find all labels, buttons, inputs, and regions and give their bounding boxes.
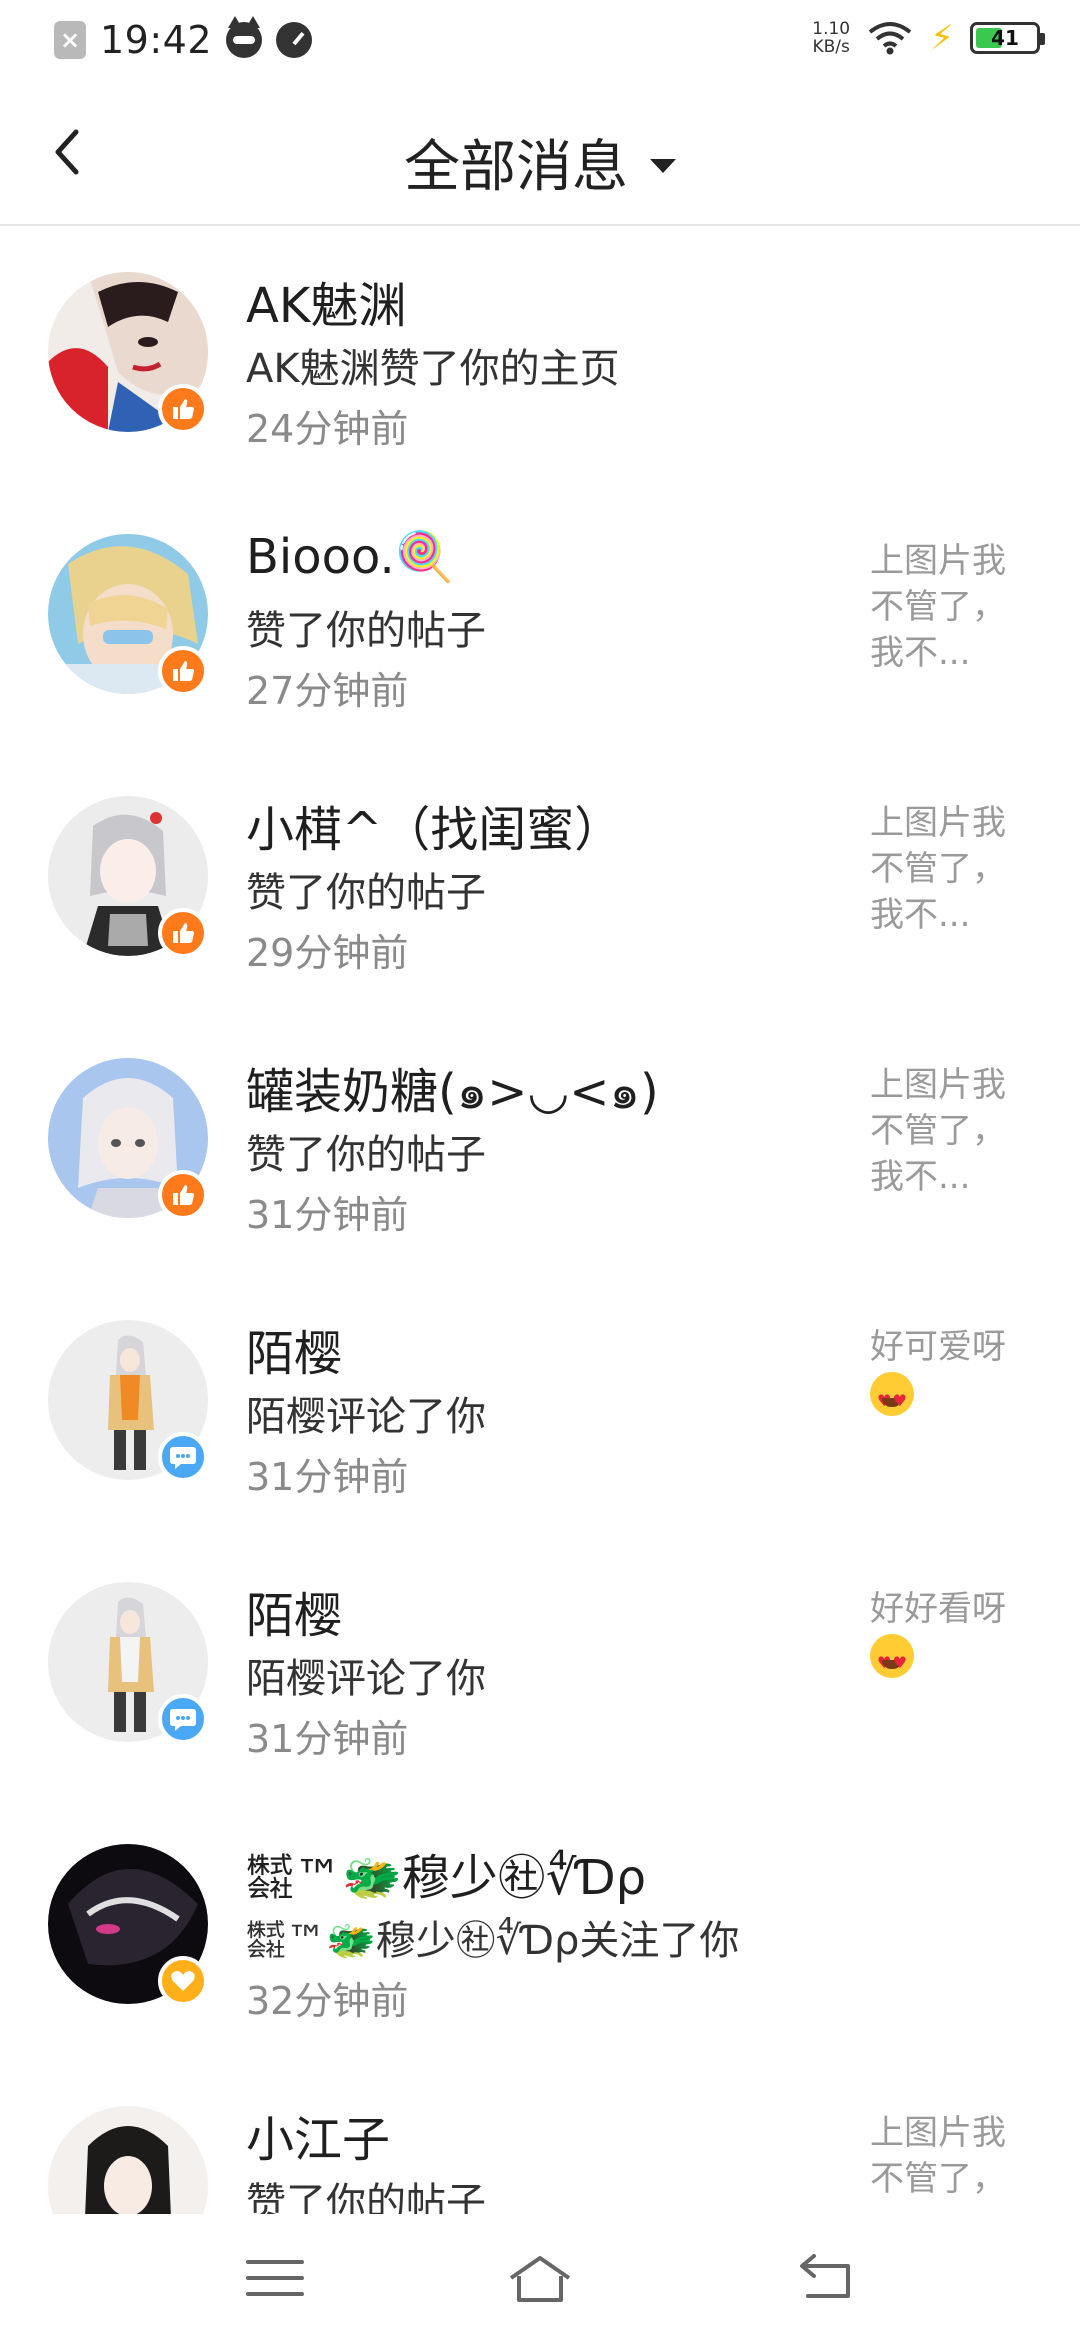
notification-icon: × bbox=[54, 21, 86, 59]
message-item[interactable]: 小江子 赞了你的帖子 上图片我不管了， bbox=[0, 2060, 1080, 2214]
heart-eyes-emoji-icon bbox=[870, 1634, 914, 1686]
message-action: 赞了你的帖子 bbox=[246, 870, 486, 916]
status-right: 1.10 KB/s ⚡ 41 bbox=[812, 18, 1045, 58]
post-preview[interactable]: 上图片我不管了， bbox=[870, 2110, 1030, 2202]
message-action: ㍿™🐲穆少㊓∜Ɗρ关注了你 bbox=[246, 1918, 740, 1964]
network-speed: 1.10 KB/s bbox=[812, 20, 850, 56]
like-badge-icon bbox=[158, 646, 208, 696]
app-notification-icon bbox=[226, 16, 263, 58]
status-bar: × 19:42 1.10 KB/s ⚡ 41 bbox=[0, 0, 1080, 84]
page-title: 全部消息 bbox=[404, 135, 628, 200]
message-time: 31分钟前 bbox=[246, 1455, 409, 1499]
title-dropdown[interactable]: 全部消息 bbox=[0, 122, 1080, 203]
caret-down-icon bbox=[650, 158, 676, 173]
message-list[interactable]: AK魅渊 AK魅渊赞了你的主页 24分钟前 Biooo.🍭 赞了你的帖子 27分… bbox=[0, 226, 1080, 2214]
menu-icon[interactable] bbox=[240, 2248, 310, 2308]
message-action: 赞了你的帖子 bbox=[246, 2180, 486, 2214]
message-item[interactable]: AK魅渊 AK魅渊赞了你的主页 24分钟前 bbox=[0, 226, 1080, 488]
message-item[interactable]: Biooo.🍭 赞了你的帖子 27分钟前 上图片我不管了，我不... bbox=[0, 488, 1080, 750]
sender-name: 小江子 bbox=[246, 2112, 391, 2168]
like-badge-icon bbox=[158, 1170, 208, 1220]
gauge-icon bbox=[276, 22, 313, 58]
sender-name: 陌樱 bbox=[246, 1326, 343, 1382]
comment-text: 好可爱呀 bbox=[870, 1327, 1006, 1367]
post-preview[interactable]: 上图片我不管了，我不... bbox=[870, 538, 1030, 676]
message-action: 陌樱评论了你 bbox=[246, 1656, 486, 1702]
message-time: 32分钟前 bbox=[246, 1979, 409, 2023]
screen: × 19:42 1.10 KB/s ⚡ 41 全部消息 AK魅渊 AK魅渊赞了你… bbox=[0, 0, 1080, 2340]
like-badge-icon bbox=[158, 384, 208, 434]
heart-eyes-emoji-icon bbox=[870, 1372, 914, 1424]
message-item[interactable]: 罐装奶糖(๑>◡<๑) 赞了你的帖子 31分钟前 上图片我不管了，我不... bbox=[0, 1012, 1080, 1274]
avatar[interactable] bbox=[48, 2106, 208, 2214]
comment-badge-icon bbox=[158, 1694, 208, 1744]
message-item[interactable]: ㍿™🐲穆少㊓∜Ɗρ ㍿™🐲穆少㊓∜Ɗρ关注了你 32分钟前 bbox=[0, 1798, 1080, 2060]
message-action: AK魅渊赞了你的主页 bbox=[246, 346, 620, 392]
status-left: × 19:42 bbox=[54, 16, 313, 62]
home-icon[interactable] bbox=[505, 2248, 575, 2308]
message-time: 31分钟前 bbox=[246, 1717, 409, 1761]
battery-icon: 41 bbox=[970, 22, 1045, 54]
message-item[interactable]: 小榵^（找闺蜜） 赞了你的帖子 29分钟前 上图片我不管了，我不... bbox=[0, 750, 1080, 1012]
comment-preview[interactable]: 好可爱呀 bbox=[870, 1324, 1030, 1428]
post-preview[interactable]: 上图片我不管了，我不... bbox=[870, 1062, 1030, 1200]
back-icon[interactable] bbox=[790, 2248, 860, 2308]
message-action: 赞了你的帖子 bbox=[246, 608, 486, 654]
battery-percent: 41 bbox=[991, 26, 1019, 50]
charging-icon: ⚡ bbox=[930, 18, 954, 58]
message-time: 27分钟前 bbox=[246, 669, 409, 713]
message-item[interactable]: 陌樱 陌樱评论了你 31分钟前 好好看呀 bbox=[0, 1536, 1080, 1798]
network-speed-value: 1.10 bbox=[812, 19, 851, 39]
navigation-bar bbox=[0, 2214, 1080, 2340]
network-speed-unit: KB/s bbox=[812, 37, 850, 57]
sender-name: 陌樱 bbox=[246, 1588, 343, 1644]
header: 全部消息 bbox=[0, 84, 1080, 226]
message-time: 31分钟前 bbox=[246, 1193, 409, 1237]
sender-name: 罐装奶糖(๑>◡<๑) bbox=[246, 1064, 659, 1120]
message-action: 赞了你的帖子 bbox=[246, 1132, 486, 1178]
comment-badge-icon bbox=[158, 1432, 208, 1482]
post-preview[interactable]: 上图片我不管了，我不... bbox=[870, 800, 1030, 938]
comment-text: 好好看呀 bbox=[870, 1589, 1006, 1629]
status-time: 19:42 bbox=[100, 18, 213, 62]
wifi-icon bbox=[868, 22, 912, 55]
comment-preview[interactable]: 好好看呀 bbox=[870, 1586, 1030, 1690]
message-time: 24分钟前 bbox=[246, 407, 409, 451]
sender-name: 小榵^（找闺蜜） bbox=[246, 802, 623, 858]
sender-name: AK魅渊 bbox=[246, 278, 407, 334]
sender-name: Biooo.🍭 bbox=[246, 529, 455, 585]
message-action: 陌樱评论了你 bbox=[246, 1394, 486, 1440]
like-badge-icon bbox=[158, 908, 208, 958]
follow-badge-icon bbox=[158, 1956, 208, 2006]
message-time: 29分钟前 bbox=[246, 931, 409, 975]
message-item[interactable]: 陌樱 陌樱评论了你 31分钟前 好可爱呀 bbox=[0, 1274, 1080, 1536]
sender-name: ㍿™🐲穆少㊓∜Ɗρ bbox=[246, 1850, 647, 1906]
